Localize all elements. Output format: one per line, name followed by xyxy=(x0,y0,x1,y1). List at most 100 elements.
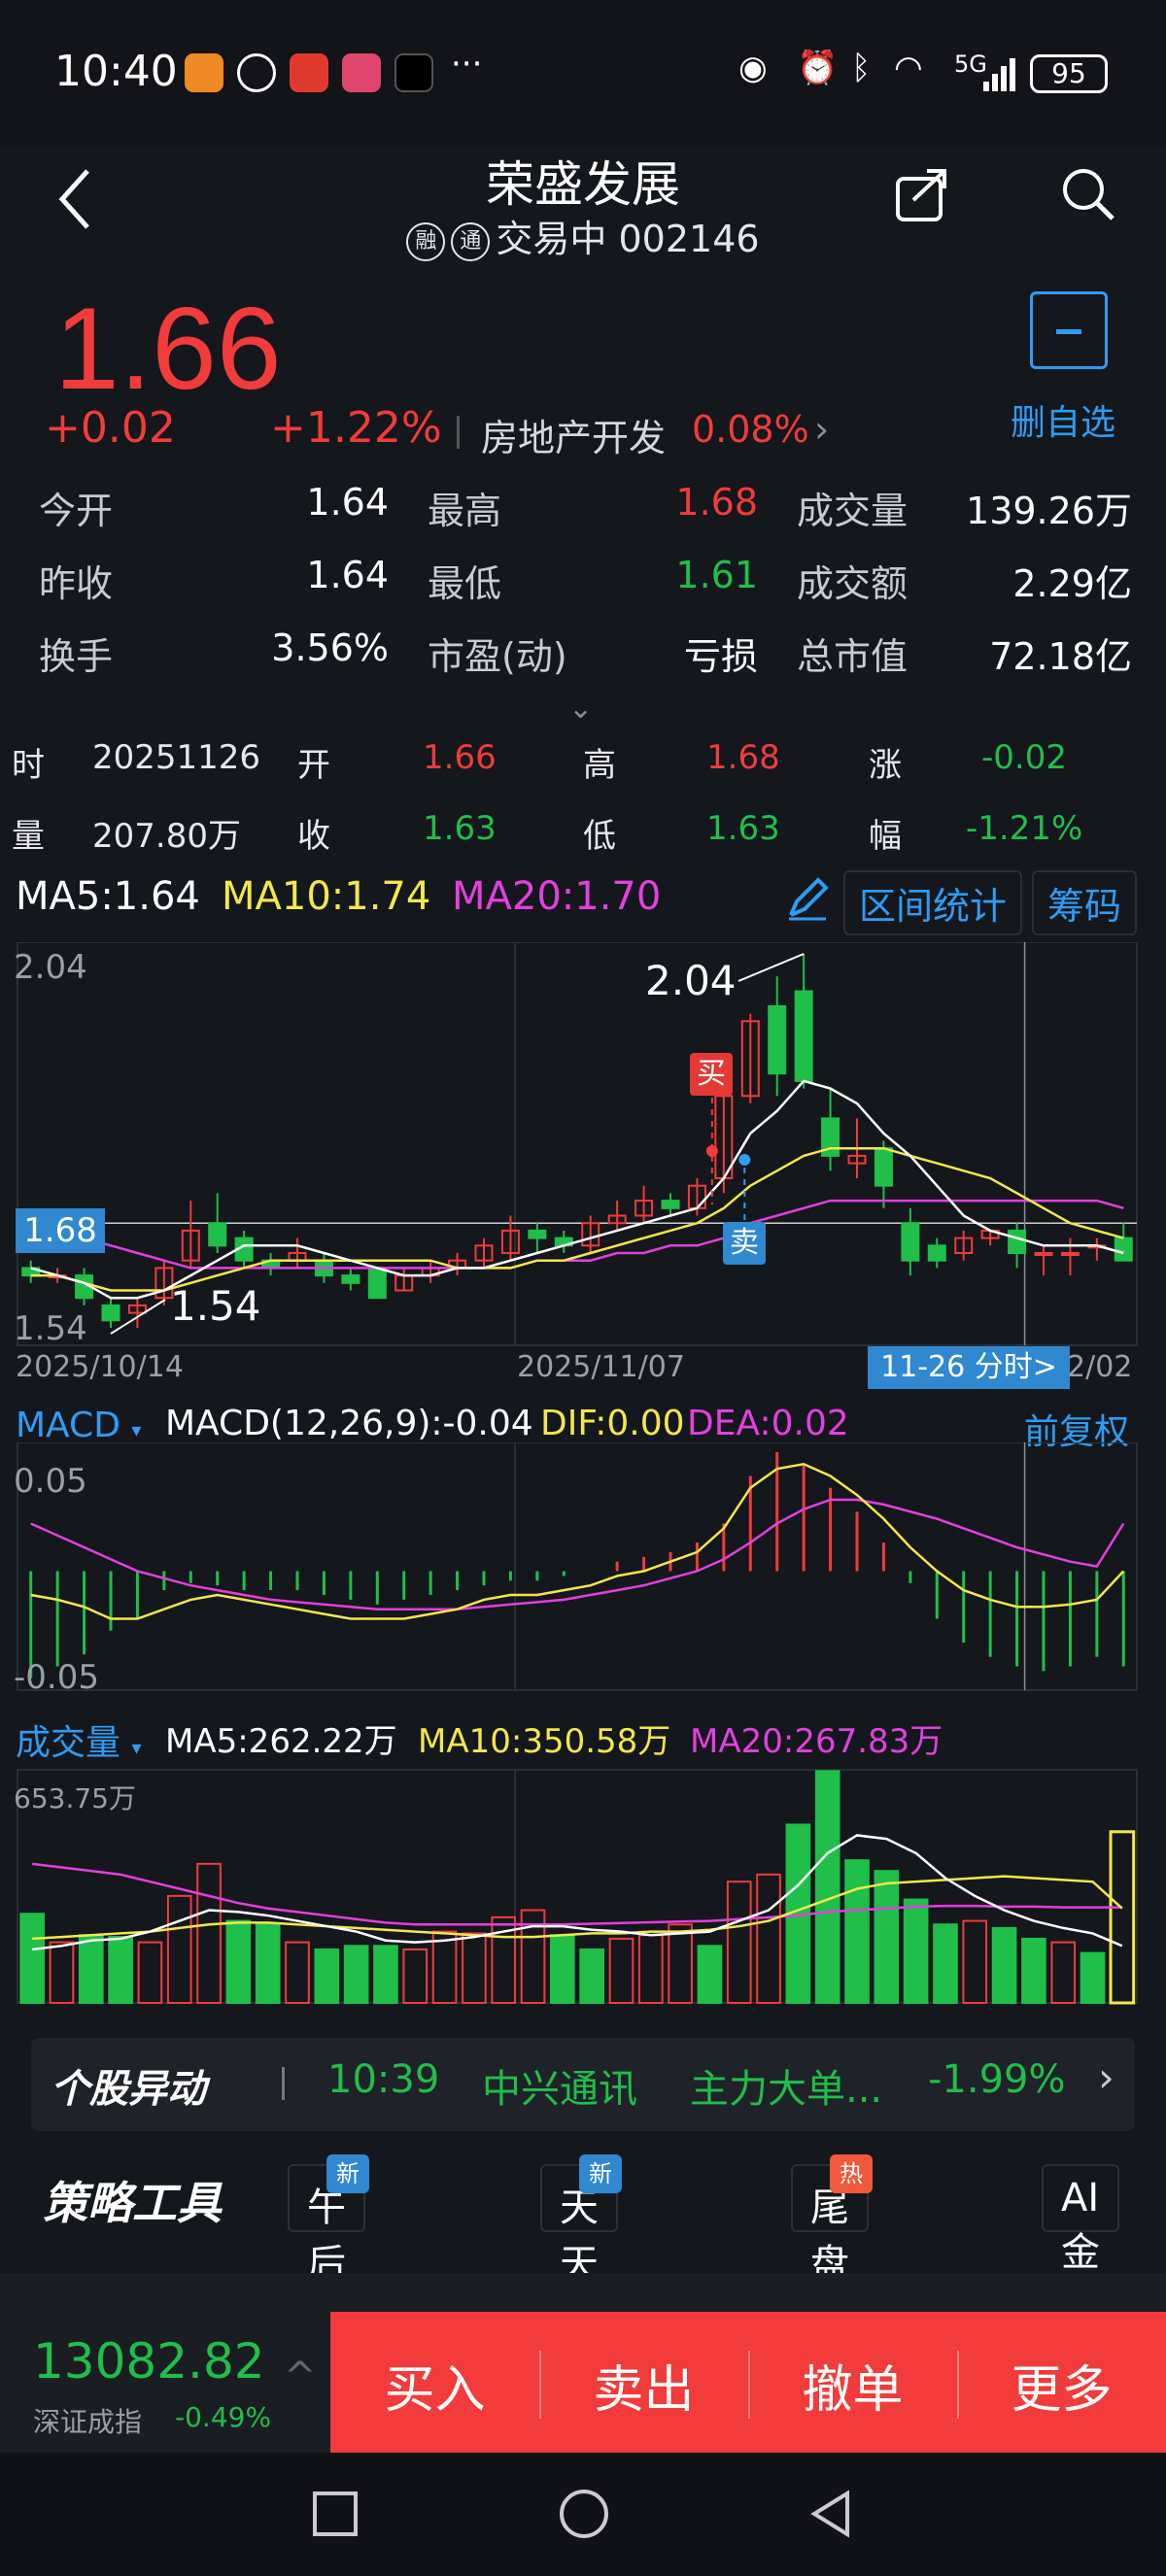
wechat-icon xyxy=(237,53,276,92)
cancel-order-button[interactable]: 撤单 xyxy=(748,2349,957,2422)
status-bar: 10:40 ··· ◉ ⏰ ᛒ ◠ 5G 95 xyxy=(0,0,1166,146)
volume-bar xyxy=(285,1941,310,2004)
dropdown-caret-icon: ▾ xyxy=(131,1418,142,1441)
stat-value: 3.56% xyxy=(271,627,389,669)
stock-status: 融通交易中 002146 xyxy=(0,209,1166,262)
buy-button[interactable]: 买入 xyxy=(330,2349,539,2422)
candle-body xyxy=(101,1304,120,1322)
sell-marker[interactable]: 卖 xyxy=(723,1222,766,1265)
sell-button[interactable]: 卖出 xyxy=(539,2349,748,2422)
volume-bar xyxy=(608,1937,634,2004)
volume-bar xyxy=(255,1923,281,2004)
index-value: 13082.82 xyxy=(33,2333,265,2390)
stock-alert-banner[interactable]: 个股异动 10:39 中兴通讯 主力大单... -1.99% › xyxy=(31,2038,1135,2131)
share-icon[interactable] xyxy=(894,165,952,223)
status-time: 10:40 xyxy=(54,47,178,96)
volume-bar xyxy=(697,1945,723,2004)
volume-bar xyxy=(1021,1937,1046,2004)
volume-bar xyxy=(343,1945,369,2004)
volume-bar xyxy=(991,1926,1017,2004)
stock-alert-logo: 个股异动 xyxy=(51,2067,206,2112)
search-icon[interactable] xyxy=(1059,165,1117,223)
kline-chart[interactable] xyxy=(0,942,1166,1399)
strategy-chip[interactable]: 天天好股新 xyxy=(540,2154,622,2399)
chevron-up-icon[interactable]: ^ xyxy=(284,2355,317,2399)
alert-stock: 中兴通讯 xyxy=(482,2067,637,2112)
range-stats-button[interactable]: 区间统计 xyxy=(843,870,1023,935)
sector-change-pct[interactable]: 0.08% xyxy=(692,408,809,451)
intraday-detail-button[interactable]: 11-26 分时> xyxy=(868,1346,1070,1389)
stats-grid: 今开 1.64 最高 1.68 成交量 139.26万 昨收 1.64 最低 1.61 成交额 2.2… xyxy=(0,481,1166,695)
volume-bar xyxy=(579,1948,604,2004)
ma20-legend: MA20:1.70 xyxy=(452,874,662,919)
detail-low-value: 1.63 xyxy=(706,809,780,848)
date-end-label: 2/02 xyxy=(1067,1350,1133,1384)
detail-high-label: 高 xyxy=(583,746,616,785)
volume-bar xyxy=(108,1936,133,2005)
candle-body xyxy=(367,1267,387,1300)
sector-name[interactable]: 房地产开发 xyxy=(481,408,666,461)
volume-chart[interactable] xyxy=(0,1748,1166,2020)
stat-value: 2.29亿 xyxy=(1012,562,1132,605)
chevron-right-icon[interactable]: › xyxy=(814,408,829,451)
stat-value: 1.64 xyxy=(306,554,389,596)
chevron-right-icon: › xyxy=(1098,2053,1115,2101)
trade-bar: 买入 卖出 撤单 更多 xyxy=(330,2312,1166,2453)
stat-label: 成交量 xyxy=(797,490,909,532)
volume-bar xyxy=(431,1930,458,2004)
more-notifications-icon: ··· xyxy=(451,45,483,84)
battery-icon: 95 xyxy=(1030,54,1108,93)
macd-chart[interactable] xyxy=(0,1442,1166,1700)
detail-open-value: 1.66 xyxy=(423,738,497,777)
strategy-chip-badge: 新 xyxy=(326,2154,369,2193)
minus-icon xyxy=(1056,329,1081,334)
volume-bar xyxy=(137,1941,163,2004)
stat-label: 今开 xyxy=(39,490,114,532)
signal-icon xyxy=(981,54,1020,93)
volume-frame xyxy=(17,1769,1138,2004)
volume-bar xyxy=(78,1934,104,2004)
volume-bar xyxy=(726,1881,752,2004)
strategy-chip[interactable]: 尾盘抢筹热 xyxy=(791,2154,873,2399)
strategy-chip[interactable]: 午后先机新 xyxy=(288,2154,369,2399)
detail-vol-label: 量 xyxy=(12,817,45,856)
volume-bar xyxy=(962,1919,988,2004)
macd-params: MACD(12,26,9):-0.04 xyxy=(165,1404,533,1443)
volume-bar xyxy=(225,1919,252,2004)
detail-low-label: 低 xyxy=(583,817,616,856)
index-pct: -0.49% xyxy=(175,2401,272,2433)
pencil-icon[interactable] xyxy=(783,874,832,923)
chips-button[interactable]: 筹码 xyxy=(1032,870,1138,935)
recent-apps-button[interactable] xyxy=(311,2490,360,2538)
index-ticker[interactable]: 13082.82 深证成指 -0.49% ^ xyxy=(0,2312,330,2453)
stock-header: 荣盛发展 融通交易中 002146 xyxy=(0,146,1166,262)
kline-ymin-label: 1.54 xyxy=(14,1309,87,1348)
ma5-legend: MA5:1.64 xyxy=(16,874,200,919)
alert-pct: -1.99% xyxy=(928,2057,1066,2102)
home-button[interactable] xyxy=(558,2488,610,2540)
date-start-label: 2025/10/14 xyxy=(16,1350,184,1384)
stat-label: 换手 xyxy=(39,635,114,678)
buy-marker[interactable]: 买 xyxy=(690,1053,733,1096)
back-nav-button[interactable] xyxy=(806,2490,855,2538)
chevron-down-icon[interactable]: ⌄ xyxy=(568,692,593,726)
macd-indicator-selector[interactable]: MACD ▾ xyxy=(16,1406,141,1445)
stat-label: 最低 xyxy=(428,562,502,605)
sell-marker-dot xyxy=(738,1154,751,1166)
detail-vol-value: 207.80万 xyxy=(92,817,241,856)
tiktok-icon xyxy=(394,53,433,92)
remove-favorite-label[interactable]: 删自选 xyxy=(1011,394,1115,445)
kline-low-annotation: 1.54 xyxy=(170,1282,261,1330)
index-name: 深证成指 xyxy=(33,2406,143,2438)
selected-volume-bar xyxy=(1109,1830,1136,2005)
macd-ymin-label: -0.05 xyxy=(14,1658,99,1697)
volume-bar xyxy=(402,1948,429,2004)
remove-favorite-button[interactable] xyxy=(1030,291,1108,369)
kline-high-annotation: 2.04 xyxy=(645,957,737,1004)
margin-badge: 融 xyxy=(406,221,446,261)
more-button[interactable]: 更多 xyxy=(957,2349,1166,2422)
detail-change-label: 涨 xyxy=(869,746,902,785)
candle-body xyxy=(208,1222,227,1247)
candle-body xyxy=(1008,1229,1027,1254)
strategy-chip[interactable]: AI金股 xyxy=(1042,2164,1119,2331)
